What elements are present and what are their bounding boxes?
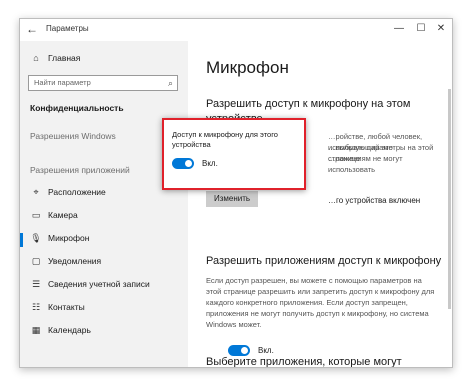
sidebar-item-calendar[interactable]: ▦ Календарь xyxy=(30,325,91,336)
scrollbar[interactable] xyxy=(448,89,451,309)
maximize-button[interactable]: ☐ xyxy=(412,21,430,37)
device-status: …го устройства включен xyxy=(328,196,421,205)
title-bar: ← Параметры — ☐ ✕ xyxy=(20,19,452,41)
sidebar-item-home[interactable]: ⌂ Главная xyxy=(30,53,80,63)
search-icon: ⌕ xyxy=(167,78,173,88)
minimize-button[interactable]: — xyxy=(390,21,408,37)
sidebar-item-label: Микрофон xyxy=(48,233,90,243)
sidebar-item-label: Контакты xyxy=(48,302,85,312)
sidebar-item-contacts[interactable]: ☷ Контакты xyxy=(30,302,85,313)
windows-permissions-heading: Разрешения Windows xyxy=(30,131,116,141)
device-microphone-toggle[interactable] xyxy=(172,158,194,169)
calendar-icon: ▦ xyxy=(31,325,41,335)
apps-toggle-label: Вкл. xyxy=(258,346,274,355)
page-title: Микрофон xyxy=(206,58,289,77)
sidebar-item-label: Уведомления xyxy=(48,256,102,266)
sidebar-item-label: Сведения учетной записи xyxy=(48,279,150,289)
section-title: Конфиденциальность xyxy=(30,103,124,113)
sidebar-item-label: Календарь xyxy=(48,325,91,335)
section2-desc: Если доступ разрешен, вы можете с помощь… xyxy=(206,276,435,329)
home-icon: ⌂ xyxy=(33,53,39,63)
change-button[interactable]: Изменить xyxy=(206,191,258,207)
contacts-icon: ☷ xyxy=(31,302,41,312)
camera-icon: ▭ xyxy=(31,210,41,220)
microphone-icon: 🎙 xyxy=(30,233,42,243)
sidebar-item-notifications[interactable]: ▢ Уведомления xyxy=(30,256,101,267)
sidebar-item-microphone[interactable]: 🎙 Микрофон xyxy=(30,233,89,244)
selection-indicator xyxy=(20,233,23,247)
toggle-knob xyxy=(241,347,248,354)
section2-heading: Разрешить приложениям доступ к микрофону xyxy=(206,255,442,267)
toggle-knob xyxy=(185,160,192,167)
sidebar-item-account[interactable]: ☰ Сведения учетной записи xyxy=(30,279,150,290)
window-title: Параметры xyxy=(46,24,89,33)
search-input[interactable]: Найти параметр ⌕ xyxy=(28,75,178,91)
sidebar: ⌂ Главная Найти параметр ⌕ Конфиденциальн… xyxy=(20,41,188,367)
microphone-access-popup: Доступ к микрофону для этого устройства … xyxy=(162,118,306,190)
popup-toggle-label: Вкл. xyxy=(202,159,218,168)
section3-heading: Выберите приложения, которые могут xyxy=(206,356,402,368)
sidebar-item-label: Расположение xyxy=(48,187,106,197)
sidebar-item-location[interactable]: ⌖ Расположение xyxy=(30,187,106,198)
sidebar-home-label: Главная xyxy=(48,53,81,63)
sidebar-item-camera[interactable]: ▭ Камера xyxy=(30,210,78,221)
section1-desc-line-3: …ложениям не могут использовать xyxy=(328,154,403,174)
app-permissions-heading: Разрешения приложений xyxy=(30,165,130,175)
popup-title: Доступ к микрофону для этого устройства xyxy=(172,130,278,149)
sidebar-item-label: Камера xyxy=(48,210,78,220)
search-placeholder: Найти параметр xyxy=(34,78,91,87)
close-button[interactable]: ✕ xyxy=(432,21,450,37)
location-icon: ⌖ xyxy=(33,187,39,197)
account-icon: ☰ xyxy=(31,279,41,289)
notifications-icon: ▢ xyxy=(31,256,41,266)
back-arrow-icon[interactable]: ← xyxy=(26,22,38,36)
